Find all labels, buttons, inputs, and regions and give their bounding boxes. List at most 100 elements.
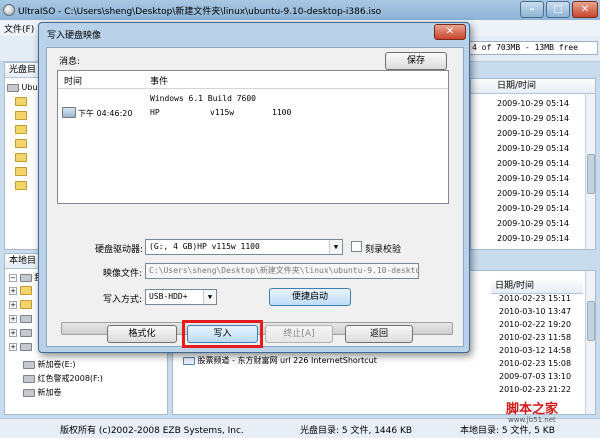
write-method-value: USB-HDD+ <box>149 292 188 301</box>
tree-folder[interactable] <box>15 139 27 148</box>
status-disc-directory: 光盘目录: 5 文件, 1446 KB <box>300 426 413 436</box>
tree-item-drive-g[interactable]: 新加卷 <box>23 387 62 398</box>
dialog-close-button[interactable]: ✕ <box>434 24 466 40</box>
main-window-title: UltraISO - C:\Users\sheng\Desktop\新建文件夹\… <box>18 7 382 17</box>
tree-item[interactable]: + <box>9 328 32 337</box>
drive-icon <box>19 342 32 351</box>
tree-item[interactable]: + <box>9 286 32 295</box>
write-method-select[interactable]: USB-HDD+ ▼ <box>145 289 217 305</box>
minimize-button[interactable]: – <box>520 1 544 18</box>
scrollbar-thumb[interactable] <box>587 154 595 194</box>
site-watermark-url: www.jb51.net <box>508 416 556 424</box>
status-copyright: 版权所有 (c)2002-2008 EZB Systems, Inc. <box>60 426 244 436</box>
folder-icon <box>15 167 27 176</box>
chevron-down-icon: ▼ <box>203 290 216 304</box>
message-list: 时间 事件 Windows 6.1 Build 7600 下午 04:46:20… <box>57 70 449 204</box>
message-list-header: 时间 事件 <box>58 71 448 89</box>
drive-icon <box>19 314 32 323</box>
tree-folder[interactable] <box>15 153 27 162</box>
stop-button[interactable]: 终止[A] <box>265 325 333 343</box>
ultraiso-app-icon <box>3 4 15 16</box>
tree-item[interactable]: + <box>9 314 32 323</box>
disk-drive-label: 硬盘驱动器: <box>95 245 144 255</box>
format-button[interactable]: 格式化 <box>107 325 177 343</box>
local-file-date: 2010-02-23 15:11 <box>499 294 572 303</box>
iso-file-date: 2009-10-29 05:14 <box>497 114 570 123</box>
tree-folder[interactable] <box>15 97 27 106</box>
verify-checkbox[interactable] <box>351 241 362 252</box>
tree-item-label: 红色警戒2008(F:) <box>37 374 103 383</box>
scrollbar-thumb[interactable] <box>587 301 595 341</box>
image-file-field[interactable]: C:\Users\sheng\Desktop\新建文件夹\linux\ubunt… <box>145 263 419 279</box>
write-disk-image-dialog: 写入硬盘映像 ✕ 消息: 保存 时间 事件 Windows 6.1 Build … <box>38 22 470 353</box>
tree-item[interactable]: + <box>9 300 32 309</box>
messages-label: 消息: <box>59 57 81 67</box>
url-shortcut-icon <box>183 356 195 365</box>
iso-list-scrollbar[interactable] <box>585 94 595 249</box>
quick-boot-button[interactable]: 便捷启动 <box>269 288 351 306</box>
iso-file-list: 日期/时间 2009-10-29 05:14 2009-10-29 05:14 … <box>470 78 596 250</box>
local-file-date: 2010-03-10 13:47 <box>499 307 572 316</box>
local-file-date: 2010-02-23 21:22 <box>499 385 572 394</box>
tree-folder[interactable] <box>15 125 27 134</box>
drive-icon <box>23 360 35 369</box>
collapse-icon[interactable]: − <box>9 273 17 282</box>
tree-folder[interactable] <box>15 167 27 176</box>
save-button[interactable]: 保存 <box>385 52 447 70</box>
expand-icon[interactable]: + <box>9 328 17 337</box>
tree-folder[interactable] <box>15 181 27 190</box>
iso-file-date: 2009-10-29 05:14 <box>497 204 570 213</box>
iso-file-date: 2009-10-29 05:14 <box>497 99 570 108</box>
drive-icon <box>23 374 35 383</box>
menu-file[interactable]: 文件(F) <box>4 22 34 35</box>
tree-item[interactable]: + <box>9 342 32 351</box>
iso-file-date: 2009-10-29 05:14 <box>497 159 570 168</box>
iso-date-column-header[interactable]: 日期/时间 <box>471 79 595 94</box>
iso-file-date: 2009-10-29 05:14 <box>497 144 570 153</box>
disk-drive-value: (G:, 4 GB)HP v115w 1100 <box>149 242 260 251</box>
folder-icon <box>15 125 27 134</box>
write-button[interactable]: 写入 <box>187 325 258 343</box>
expand-icon[interactable]: + <box>9 286 17 295</box>
disc-size-readout: 4 of 703MB - 13MB free <box>468 41 598 55</box>
local-date-column-header[interactable]: 日期/时间 <box>491 279 583 294</box>
back-button[interactable]: 返回 <box>345 325 413 343</box>
local-list-scrollbar[interactable] <box>585 271 595 414</box>
dialog-title: 写入硬盘映像 <box>47 31 102 41</box>
iso-file-date: 2009-10-29 05:14 <box>497 189 570 198</box>
local-file-row[interactable]: 股票频道 - 东方财富网 url 226 InternetShortcut <box>183 355 377 366</box>
column-header-time[interactable]: 时间 <box>64 74 82 87</box>
folder-icon <box>15 111 27 120</box>
iso-file-date: 2009-10-29 05:14 <box>497 129 570 138</box>
minimize-icon: – <box>529 4 535 15</box>
column-header-event[interactable]: 事件 <box>150 74 168 87</box>
iso-file-date: 2009-10-29 05:14 <box>497 234 570 243</box>
folder-icon <box>15 97 27 106</box>
message-time: 下午 04:46:20 <box>78 109 133 118</box>
computer-icon <box>62 107 76 118</box>
expand-icon[interactable]: + <box>9 314 17 323</box>
disk-drive-select[interactable]: (G:, 4 GB)HP v115w 1100 ▼ <box>145 239 343 255</box>
main-titlebar: UltraISO - C:\Users\sheng\Desktop\新建文件夹\… <box>0 0 600 20</box>
main-close-button[interactable]: ✕ <box>572 1 598 18</box>
expand-icon[interactable]: + <box>9 300 17 309</box>
local-file-date: 2010-03-12 14:58 <box>499 346 572 355</box>
message-event: Windows 6.1 Build 7600 <box>150 94 256 103</box>
tree-item-drive-f[interactable]: 红色警戒2008(F:) <box>23 373 103 384</box>
folder-icon <box>15 139 27 148</box>
message-event: v115w <box>210 108 235 117</box>
iso-file-date: 2009-10-29 05:14 <box>497 219 570 228</box>
status-local-directory: 本地目录: 5 文件, 5 KB <box>460 426 555 436</box>
message-event: 1100 <box>272 108 292 117</box>
message-event: HP <box>150 108 160 117</box>
tree-root-item[interactable]: Ubu <box>7 83 38 92</box>
maximize-button[interactable]: □ <box>546 1 570 18</box>
tree-folder[interactable] <box>15 111 27 120</box>
folder-icon <box>19 300 32 309</box>
tree-item-drive-e[interactable]: 新加卷(E:) <box>23 359 76 370</box>
image-file-value: C:\Users\sheng\Desktop\新建文件夹\linux\ubunt… <box>149 266 419 275</box>
image-file-label: 映像文件: <box>103 269 143 279</box>
expand-icon[interactable]: + <box>9 342 17 351</box>
local-file-row-text: 股票频道 - 东方财富网 url 226 InternetShortcut <box>197 356 377 365</box>
close-icon: ✕ <box>580 4 590 15</box>
